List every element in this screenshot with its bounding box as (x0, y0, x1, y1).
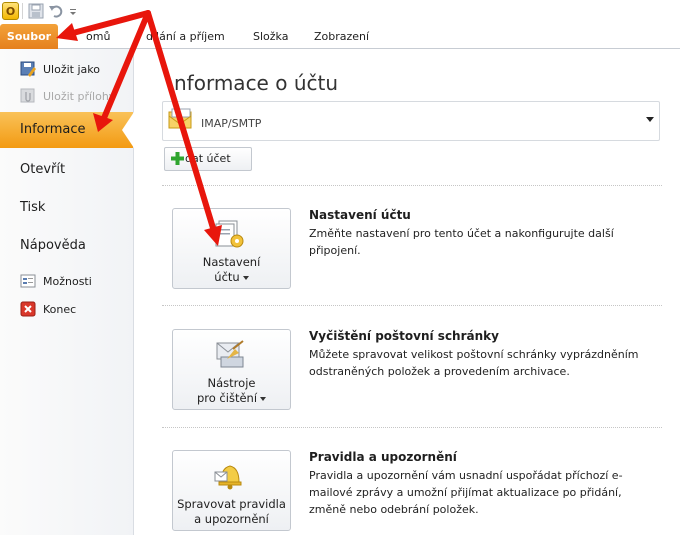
app-logo-icon[interactable]: O (2, 2, 19, 20)
caret-down-icon (242, 275, 249, 280)
exit-icon (20, 301, 36, 317)
nav-save-attachments-label: Uložit přílohy (43, 89, 116, 103)
add-account-button[interactable]: dat účet (164, 147, 252, 171)
section-divider (162, 427, 662, 428)
chevron-down-icon (646, 117, 654, 122)
options-icon (20, 274, 36, 288)
account-settings-title: Nastavení účtu (309, 208, 411, 222)
account-settings-button[interactable]: Nastavení účtu (172, 208, 291, 289)
cleanup-tools-icon (216, 340, 244, 368)
manage-rules-line2: a upozornění (194, 512, 269, 526)
backstage-nav: Uložit jako Uložit přílohy Informace Ote… (0, 49, 134, 535)
tab-folder[interactable]: Složka (253, 30, 288, 43)
customize-qat-icon[interactable] (68, 3, 78, 19)
nav-selection-pointer (122, 112, 134, 148)
ribbon-tab-bar: Soubor omů dílání a příjem Složka Zobraz… (0, 24, 680, 49)
nav-help[interactable]: Nápověda (20, 238, 86, 253)
tab-home[interactable]: omů (86, 30, 110, 43)
account-settings-line1: Nastavení (202, 255, 261, 269)
account-selector[interactable]: IMAP/SMTP (162, 101, 660, 141)
nav-exit[interactable]: Konec (20, 298, 76, 320)
section-divider (162, 185, 662, 186)
account-info-panel: nformace o účtu IMAP/SMTP dat účet Nasta… (134, 49, 680, 535)
qat-divider (22, 3, 23, 19)
account-settings-description: Změňte nastavení pro tento účet a nakonf… (309, 227, 614, 257)
cleanup-tools-line1: Nástroje (207, 376, 256, 390)
mail-account-icon (168, 108, 192, 129)
nav-exit-label: Konec (43, 302, 77, 316)
nav-options[interactable]: Možnosti (20, 270, 92, 292)
undo-icon[interactable] (48, 3, 64, 19)
plus-icon (171, 152, 184, 165)
quick-access-toolbar: O (0, 0, 680, 24)
manage-rules-line1: Spravovat pravidla (177, 497, 286, 511)
caret-down-icon (260, 396, 267, 401)
nav-save-attachments: Uložit přílohy (20, 85, 115, 107)
nav-save-as-label: Uložit jako (43, 62, 100, 76)
manage-rules-button[interactable]: Spravovat pravidla a upozornění (172, 450, 291, 531)
nav-info-selected[interactable]: Informace (0, 112, 133, 148)
section-divider (162, 305, 662, 306)
page-title: nformace o účtu (174, 71, 339, 95)
nav-info-label: Informace (20, 122, 86, 137)
mailbox-cleanup-title: Vyčištění poštovní schránky (309, 329, 499, 343)
save-attachments-icon (20, 88, 35, 103)
account-settings-icon (215, 220, 244, 248)
nav-options-label: Možnosti (43, 274, 92, 288)
account-type-label: IMAP/SMTP (201, 117, 262, 130)
nav-open[interactable]: Otevřít (20, 162, 65, 177)
nav-save-as[interactable]: Uložit jako (20, 58, 100, 80)
tab-view[interactable]: Zobrazení (314, 30, 369, 43)
tab-send-receive[interactable]: dílání a příjem (146, 30, 225, 43)
rules-alerts-description: Pravidla a upozornění vám usnadní uspořá… (309, 469, 623, 516)
cleanup-tools-line2: pro čištění (173, 391, 290, 406)
rules-alerts-title: Pravidla a upozornění (309, 450, 457, 464)
account-settings-line2: účtu (173, 270, 290, 285)
tab-file[interactable]: Soubor (0, 24, 58, 49)
save-as-icon (20, 61, 36, 77)
nav-print[interactable]: Tisk (20, 200, 45, 215)
add-account-label: dat účet (185, 152, 231, 165)
rules-alerts-icon (214, 465, 242, 490)
cleanup-tools-button[interactable]: Nástroje pro čištění (172, 329, 291, 410)
save-icon[interactable] (28, 3, 44, 19)
mailbox-cleanup-description: Můžete spravovat velikost poštovní schrá… (309, 348, 639, 378)
